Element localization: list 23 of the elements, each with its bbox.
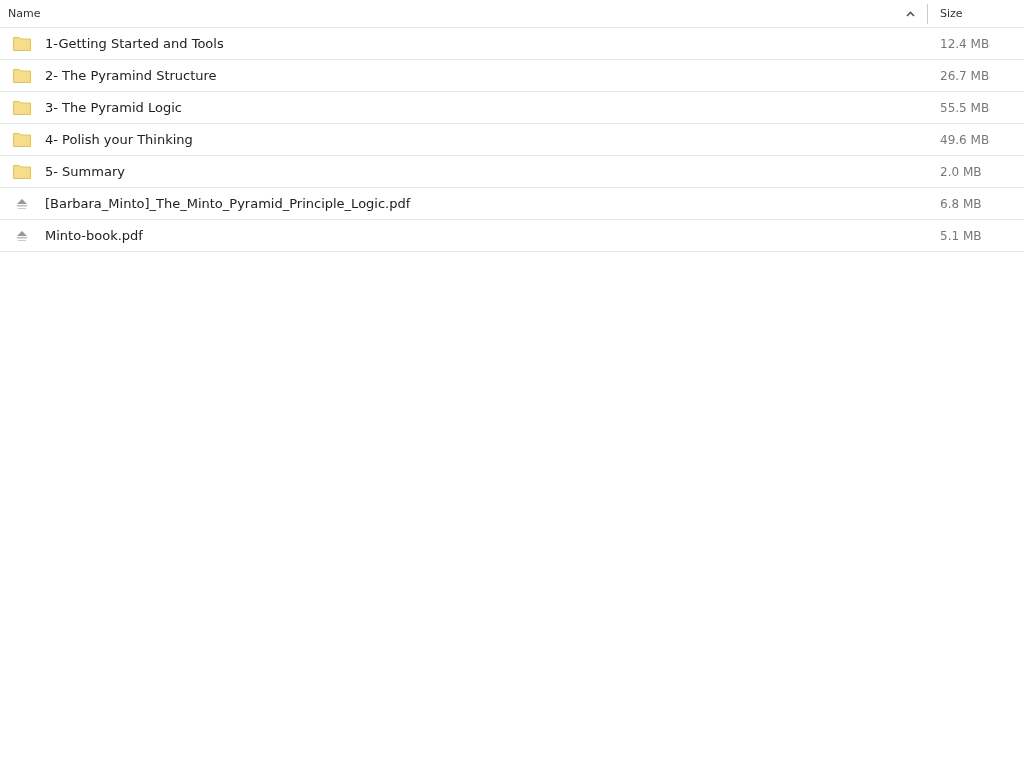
file-size: 49.6 MB [939, 132, 990, 147]
file-name[interactable]: 1-Getting Started and Tools [45, 36, 224, 51]
file-icon [15, 197, 28, 210]
folder-icon [12, 68, 31, 83]
file-size: 6.8 MB [939, 196, 982, 211]
column-header[interactable]: Name [8, 7, 41, 20]
file-size: 55.5 MB [939, 100, 990, 115]
file-name[interactable]: Minto-book.pdf [45, 228, 143, 243]
file-name[interactable]: 3- The Pyramid Logic [45, 100, 182, 115]
file-size: 26.7 MB [939, 68, 990, 83]
folder-icon [12, 36, 31, 51]
file-name[interactable]: 4- Polish your Thinking [45, 132, 193, 147]
file-name[interactable]: 5- Summary [45, 164, 125, 179]
file-size: 2.0 MB [939, 164, 982, 179]
file-name[interactable]: [Barbara_Minto]_The_Minto_Pyramid_Principle_Logic.pdf [45, 196, 411, 211]
column-header[interactable]: Size [940, 7, 963, 20]
file-name[interactable]: 2- The Pyramind Structure [45, 68, 217, 83]
file-icon [15, 229, 28, 242]
file-size: 12.4 MB [939, 36, 990, 51]
folder-icon [12, 164, 31, 179]
folder-icon [12, 100, 31, 115]
folder-icon [12, 132, 31, 147]
file-size: 5.1 MB [939, 228, 982, 243]
